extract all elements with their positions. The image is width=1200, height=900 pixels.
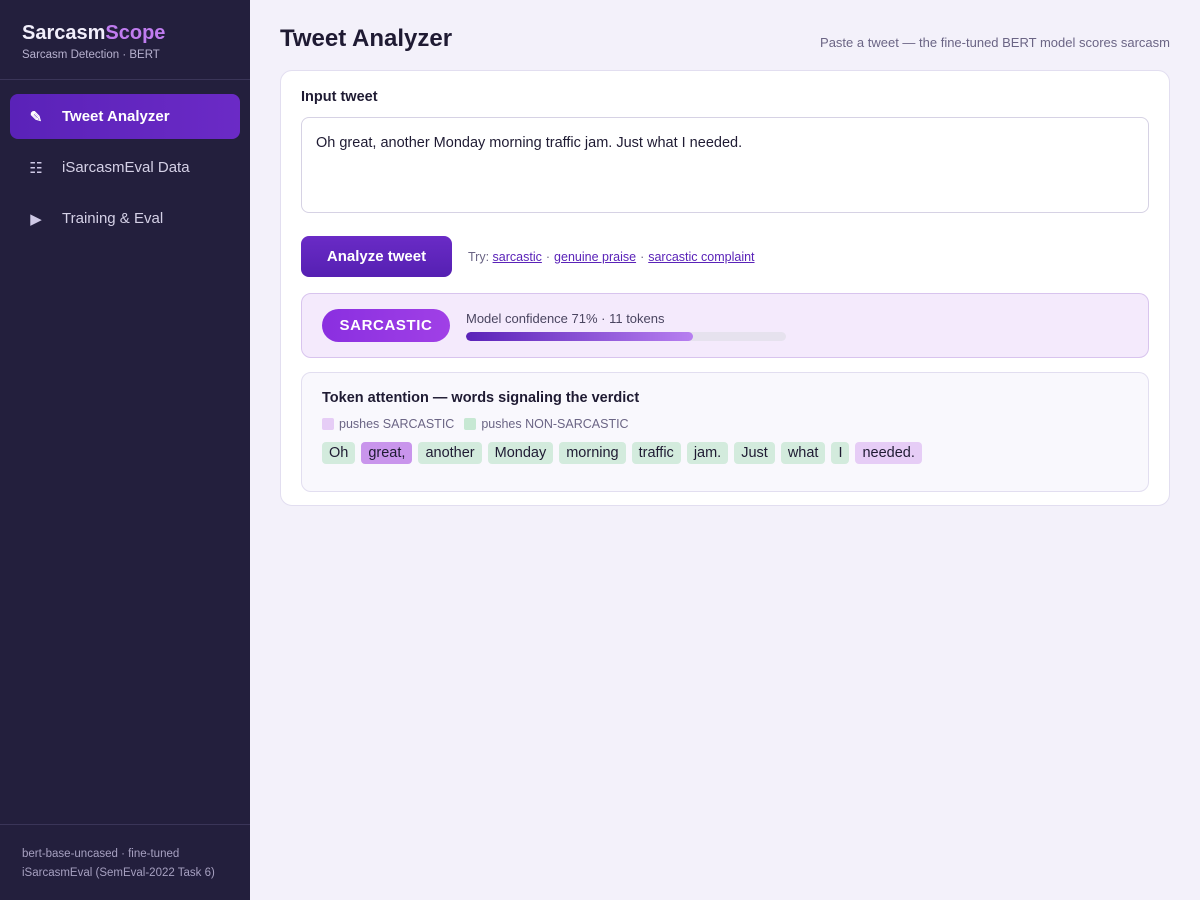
header-hint: Paste a tweet — the fine-tuned BERT mode… <box>820 34 1170 50</box>
attention-token: morning <box>559 442 626 464</box>
input-label: Input tweet <box>301 89 378 105</box>
sidebar-item-isarcasmeval-data[interactable]: ☷ iSarcasmEval Data <box>10 145 240 190</box>
attention-token: traffic <box>631 442 681 464</box>
analyze-tweet-button[interactable]: Analyze tweet <box>301 236 452 277</box>
confidence-bar <box>466 331 786 341</box>
brand-title-main: Sarcasm <box>22 22 106 44</box>
confidence-text: Model confidence 71% · 11 tokens <box>466 310 665 326</box>
token-list: Oh great, another Monday morning traffic jam. J… <box>322 442 1128 464</box>
analyzer-card: Input tweet Oh great, another Monday mor… <box>280 70 1170 506</box>
legend-label-non-sarcastic: pushes NON-SARCASTIC <box>481 417 629 431</box>
brand: SarcasmScope Sarcasm Detection · BERT <box>0 0 250 80</box>
example-link-sarcastic-complaint[interactable]: sarcastic complaint <box>648 250 754 264</box>
legend-swatch-sarcastic <box>322 418 334 430</box>
separator: · <box>640 249 645 264</box>
tweet-input[interactable]: Oh great, another Monday morning traffic… <box>301 117 1149 213</box>
attention-token: needed. <box>855 442 922 464</box>
dataset-name: iSarcasmEval (SemEval-2022 Task 6) <box>22 867 215 879</box>
attention-title: Token attention — words signaling the ve… <box>322 390 640 406</box>
attention-token: jam. <box>686 442 729 464</box>
verdict-badge: SARCASTIC <box>322 309 450 342</box>
verdict-info: Model confidence 71% · 11 tokens <box>466 311 786 341</box>
sidebar-item-label: Tweet Analyzer <box>62 108 170 125</box>
pencil-icon: ✎ <box>29 108 43 126</box>
main-content: Tweet Analyzer Paste a tweet — the fine-… <box>280 0 1170 506</box>
try-label: Try: <box>468 249 490 264</box>
legend-swatch-non-sarcastic <box>464 418 477 430</box>
sidebar-item-training-eval[interactable]: ▶ Training & Eval <box>10 196 240 241</box>
legend-item-sarcastic: pushes SARCASTIC <box>322 417 454 431</box>
attention-token: Just <box>734 442 775 464</box>
attention-token: Oh <box>322 442 356 464</box>
brand-title-accent: Scope <box>105 22 166 44</box>
page-title: Tweet Analyzer <box>280 25 453 52</box>
legend-item-non-sarcastic: pushes NON-SARCASTIC <box>464 417 629 431</box>
model-name: bert-base-uncased · fine-tuned <box>22 848 180 860</box>
separator: · <box>545 249 551 264</box>
attention-legend: pushes SARCASTIC pushes NON-SARCASTIC <box>322 417 1128 431</box>
attention-token: great, <box>361 442 413 464</box>
example-link-sarcastic[interactable]: sarcastic <box>493 250 542 264</box>
sidebar-item-tweet-analyzer[interactable]: ✎ Tweet Analyzer <box>10 94 240 139</box>
brand-title: SarcasmScope <box>22 22 228 44</box>
attention-token: another <box>418 442 482 464</box>
legend-label-sarcastic: pushes SARCASTIC <box>339 417 455 431</box>
sidebar-item-label: Training & Eval <box>62 210 164 227</box>
sidebar-footer: bert-base-uncased · fine-tuned iSarcasmE… <box>0 824 250 900</box>
attention-token: Monday <box>487 442 554 464</box>
verdict-panel: SARCASTIC Model confidence 71% · 11 toke… <box>301 293 1149 358</box>
attention-token: what <box>780 442 826 464</box>
try-examples: Try: sarcastic · genuine praise · sarcastic … <box>468 250 755 264</box>
action-row: Analyze tweet Try: sarcastic · genuine pra… <box>301 236 1149 277</box>
token-attention-panel: Token attention — words signaling the ve… <box>301 372 1149 492</box>
sidebar-item-label: iSarcasmEval Data <box>62 159 190 176</box>
attention-token: I <box>831 442 850 464</box>
confidence-bar-fill <box>466 331 694 341</box>
page-header: Tweet Analyzer Paste a tweet — the fine-… <box>280 0 1170 70</box>
brand-subtitle: Sarcasm Detection · BERT <box>22 49 160 61</box>
list-icon: ☷ <box>29 159 43 177</box>
play-icon: ▶ <box>30 210 42 228</box>
sidebar: SarcasmScope Sarcasm Detection · BERT ✎ … <box>0 0 250 900</box>
example-link-genuine-praise[interactable]: genuine praise <box>554 250 636 264</box>
sidebar-nav: ✎ Tweet Analyzer ☷ iSarcasmEval Data ▶ T… <box>0 80 250 241</box>
